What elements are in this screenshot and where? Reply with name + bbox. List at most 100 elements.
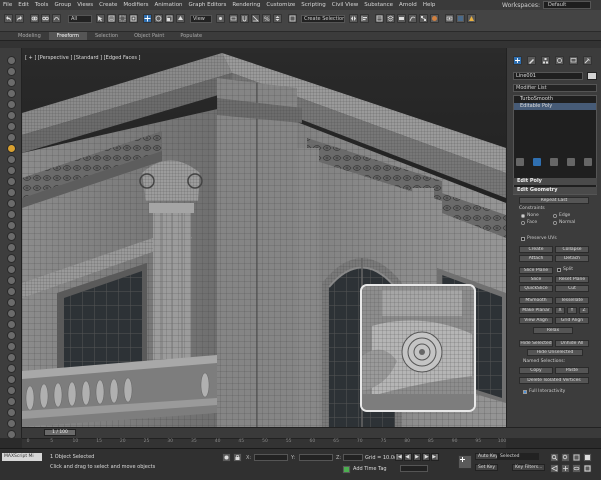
clone-icon[interactable] — [7, 386, 16, 395]
pin-stack-icon[interactable] — [516, 158, 524, 166]
workspace-dropdown[interactable]: Default — [543, 1, 591, 9]
select-object-icon[interactable] — [96, 14, 105, 23]
curve-editor-icon[interactable] — [408, 14, 417, 23]
redo-icon[interactable] — [15, 14, 24, 23]
object-name-field[interactable]: Line001 — [513, 72, 583, 80]
scene-explorer-icon[interactable] — [375, 14, 384, 23]
go-to-start-icon[interactable]: |◀ — [395, 453, 403, 461]
configure-sets-icon[interactable] — [584, 158, 592, 166]
tab-modeling[interactable]: Modeling — [10, 33, 49, 39]
layer-toggle-icon[interactable] — [7, 144, 16, 153]
select-and-move-icon[interactable] — [143, 14, 152, 23]
retopology-icon[interactable] — [7, 353, 16, 362]
attach-button[interactable]: Attach — [519, 255, 553, 262]
relax-button[interactable]: Relax — [533, 327, 573, 334]
detach-button[interactable]: Detach — [555, 255, 589, 262]
pivot-center-icon[interactable] — [216, 14, 225, 23]
stack-item-editable-poly[interactable]: Editable Poly — [514, 103, 596, 110]
planar-y-button[interactable]: Y — [567, 307, 577, 314]
measure-icon[interactable] — [7, 375, 16, 384]
constraint-normal-radio[interactable] — [553, 221, 557, 225]
next-frame-icon[interactable]: |▶ — [422, 453, 430, 461]
mirror-icon[interactable] — [349, 14, 358, 23]
snap-icon[interactable] — [7, 364, 16, 373]
add-time-tag-label[interactable]: Add Time Tag — [353, 466, 387, 472]
field-of-view-icon[interactable] — [550, 464, 559, 473]
window-crossing-icon[interactable] — [129, 14, 138, 23]
hide-selected-button[interactable]: Hide Selected — [519, 340, 553, 347]
menu-item-graph-editors[interactable]: Graph Editors — [186, 2, 230, 8]
tab-selection[interactable]: Selection — [87, 33, 126, 39]
texture-icon[interactable] — [7, 331, 16, 340]
create-lights-icon[interactable] — [7, 78, 16, 87]
layer-explorer-icon[interactable] — [386, 14, 395, 23]
systems-icon[interactable] — [7, 122, 16, 131]
zoom-icon[interactable] — [550, 453, 559, 462]
tab-object-paint[interactable]: Object Paint — [126, 33, 172, 39]
menu-item-arnold[interactable]: Arnold — [396, 2, 420, 8]
keyboard-shortcut-icon[interactable] — [229, 14, 238, 23]
morph-icon[interactable] — [7, 298, 16, 307]
key-filters-button[interactable]: Key Filters... — [512, 464, 546, 471]
angle-snap-icon[interactable] — [251, 14, 260, 23]
planar-x-button[interactable]: X — [555, 307, 565, 314]
create-button[interactable]: Create — [519, 246, 553, 253]
cut-button[interactable]: Cut — [555, 285, 589, 292]
make-unique-icon[interactable] — [550, 158, 558, 166]
create-shapes-icon[interactable] — [7, 67, 16, 76]
hide-unselected-button[interactable]: Hide Unselected — [527, 349, 583, 356]
rect-selection-icon[interactable] — [118, 14, 127, 23]
menu-item-tools[interactable]: Tools — [32, 2, 52, 8]
add-time-tag-icon[interactable] — [342, 465, 351, 474]
make-planar-button[interactable]: Make Planar — [519, 307, 553, 314]
render-setup-icon[interactable] — [445, 14, 454, 23]
menu-item-animation[interactable]: Animation — [152, 2, 186, 8]
select-and-scale-icon[interactable] — [165, 14, 174, 23]
menu-item-group[interactable]: Group — [51, 2, 74, 8]
perspective-viewport[interactable]: [ + ] [Perspective ] [Standard ] [Edged … — [22, 53, 506, 427]
reference-coord-dropdown[interactable]: View — [190, 15, 212, 23]
reset-plane-button[interactable]: Reset Plane — [555, 276, 589, 283]
modifier-list-dropdown[interactable]: Modifier List — [513, 84, 597, 92]
sculpt-icon[interactable] — [7, 342, 16, 351]
selection-filter-dropdown[interactable]: All — [68, 15, 92, 23]
menu-item-substance[interactable]: Substance — [361, 2, 396, 8]
menu-item-modifiers[interactable]: Modifiers — [120, 2, 151, 8]
time-slider-track[interactable]: 1 / 100 — [22, 427, 601, 438]
dope-sheet-icon[interactable] — [7, 188, 16, 197]
biped-icon[interactable] — [7, 309, 16, 318]
named-selection-set-dropdown[interactable]: Create Selection Se — [301, 15, 345, 23]
toggle-ribbon-icon[interactable] — [397, 14, 406, 23]
render-production-icon[interactable] — [467, 14, 476, 23]
hide-icon[interactable] — [7, 430, 16, 439]
selection-lock-icon[interactable] — [233, 453, 242, 462]
bone-tools-icon[interactable] — [7, 276, 16, 285]
edit-geometry-rollout[interactable]: Edit Geometry — [513, 187, 597, 194]
snaps-toggle-icon[interactable] — [240, 14, 249, 23]
rendered-frame-icon[interactable] — [456, 14, 465, 23]
select-by-name-icon[interactable] — [107, 14, 116, 23]
track-view-icon[interactable] — [7, 199, 16, 208]
hair-icon[interactable] — [7, 221, 16, 230]
full-interactivity-checkbox[interactable] — [523, 390, 527, 394]
unlink-icon[interactable] — [41, 14, 50, 23]
object-color-swatch[interactable] — [587, 72, 597, 80]
split-checkbox[interactable] — [557, 268, 561, 272]
menu-item-civil-view[interactable]: Civil View — [329, 2, 361, 8]
slice-button[interactable]: Slice — [519, 276, 553, 283]
x-coord-field[interactable] — [254, 454, 288, 461]
set-key-icon[interactable] — [458, 455, 472, 469]
zoom-extents-icon[interactable] — [572, 453, 581, 462]
undo-icon[interactable] — [4, 14, 13, 23]
particle-view-icon[interactable] — [7, 210, 16, 219]
preserve-uvs-checkbox[interactable] — [521, 237, 525, 241]
ribbon-collapsed-strip[interactable] — [0, 41, 601, 48]
zoom-extents-all-icon[interactable] — [583, 453, 592, 462]
unwrap-icon[interactable] — [7, 320, 16, 329]
menu-item-customize[interactable]: Customize — [263, 2, 298, 8]
modify-tab-icon[interactable] — [527, 56, 536, 65]
menu-item-views[interactable]: Views — [74, 2, 96, 8]
paste-button[interactable]: Paste — [555, 367, 589, 374]
delete-isolated-vertices-button[interactable]: Delete Isolated Vertices — [519, 377, 589, 384]
copy-button[interactable]: Copy — [519, 367, 553, 374]
